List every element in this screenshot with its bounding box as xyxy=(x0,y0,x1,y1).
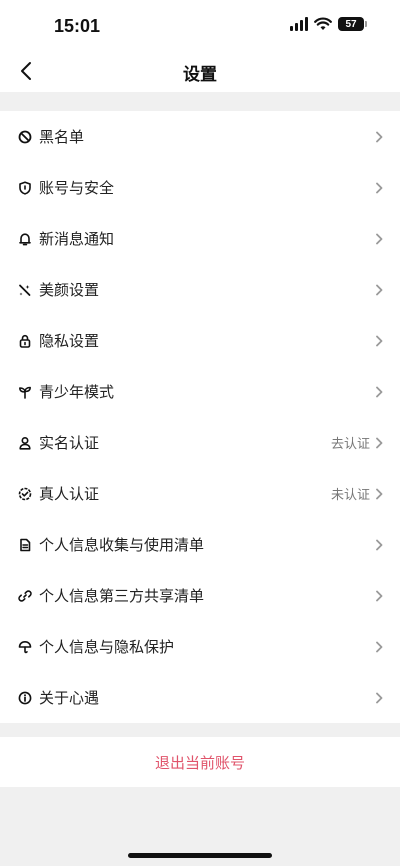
info-circle-icon xyxy=(18,691,32,705)
menu-item-real-name-verification[interactable]: 实名认证 去认证 xyxy=(0,417,400,468)
menu-item-label: 个人信息第三方共享清单 xyxy=(39,587,205,605)
menu-item-label: 实名认证 xyxy=(39,434,100,452)
menu-item-label: 真人认证 xyxy=(39,485,100,503)
battery-level: 57 xyxy=(345,18,357,30)
menu-item-privacy-settings[interactable]: 隐私设置 xyxy=(0,315,400,366)
block-icon xyxy=(18,130,32,144)
wifi-icon xyxy=(314,17,332,30)
menu-item-teen-mode[interactable]: 青少年模式 xyxy=(0,366,400,417)
menu-item-label: 黑名单 xyxy=(39,128,85,146)
chevron-right-icon xyxy=(374,283,384,297)
chevron-right-icon xyxy=(374,538,384,552)
menu-item-info-collection-list[interactable]: 个人信息收集与使用清单 xyxy=(0,519,400,570)
status-icons: 57 xyxy=(290,17,367,31)
cellular-signal-icon xyxy=(290,17,308,31)
battery-icon: 57 xyxy=(338,17,367,31)
logout-label: 退出当前账号 xyxy=(154,753,245,772)
menu-item-label: 新消息通知 xyxy=(39,230,115,248)
menu-item-account-security[interactable]: 账号与安全 xyxy=(0,162,400,213)
shield-icon xyxy=(18,180,32,195)
umbrella-icon xyxy=(18,640,32,654)
chevron-right-icon xyxy=(374,232,384,246)
link-icon xyxy=(18,589,32,603)
menu-item-real-person-verification[interactable]: 真人认证 未认证 xyxy=(0,468,400,519)
menu-item-blacklist[interactable]: 黑名单 xyxy=(0,111,400,162)
chevron-right-icon xyxy=(374,640,384,654)
chevron-right-icon xyxy=(374,334,384,348)
menu-item-third-party-sharing-list[interactable]: 个人信息第三方共享清单 xyxy=(0,570,400,621)
menu-item-status: 未认证 xyxy=(330,488,370,503)
home-indicator xyxy=(128,853,272,858)
menu-item-about[interactable]: 关于心遇 xyxy=(0,672,400,723)
menu-item-privacy-protection[interactable]: 个人信息与隐私保护 xyxy=(0,621,400,672)
chevron-right-icon xyxy=(374,385,384,399)
menu-item-label: 青少年模式 xyxy=(39,383,115,401)
bell-icon xyxy=(18,232,32,246)
chevron-right-icon xyxy=(374,589,384,603)
lock-icon xyxy=(18,334,32,348)
menu-item-label: 个人信息与隐私保护 xyxy=(39,638,175,656)
beauty-wand-icon xyxy=(18,283,32,297)
chevron-right-icon xyxy=(374,691,384,705)
settings-menu: 黑名单 账号与安全 新消息通知 美颜设置 隐私设置 青少年模式 实名认证 去认证… xyxy=(0,111,400,723)
menu-item-label: 个人信息收集与使用清单 xyxy=(39,536,205,554)
chevron-right-icon xyxy=(374,487,384,501)
logout-button[interactable]: 退出当前账号 xyxy=(0,737,400,787)
chevron-right-icon xyxy=(374,130,384,144)
page-title: 设置 xyxy=(183,65,217,85)
status-bar: 15:01 57 xyxy=(0,0,400,50)
person-icon xyxy=(18,436,32,450)
menu-item-status: 去认证 xyxy=(330,437,370,452)
verified-check-icon xyxy=(18,487,32,501)
menu-item-beauty-settings[interactable]: 美颜设置 xyxy=(0,264,400,315)
document-icon xyxy=(18,538,32,552)
nav-bar: 设置 xyxy=(0,50,400,92)
menu-item-notifications[interactable]: 新消息通知 xyxy=(0,213,400,264)
menu-item-label: 账号与安全 xyxy=(39,179,115,197)
menu-item-label: 隐私设置 xyxy=(39,332,100,350)
chevron-right-icon xyxy=(374,181,384,195)
chevron-right-icon xyxy=(374,436,384,450)
sprout-icon xyxy=(18,385,32,399)
menu-item-label: 美颜设置 xyxy=(39,281,100,299)
menu-item-label: 关于心遇 xyxy=(39,689,100,707)
status-time: 15:01 xyxy=(54,16,101,36)
